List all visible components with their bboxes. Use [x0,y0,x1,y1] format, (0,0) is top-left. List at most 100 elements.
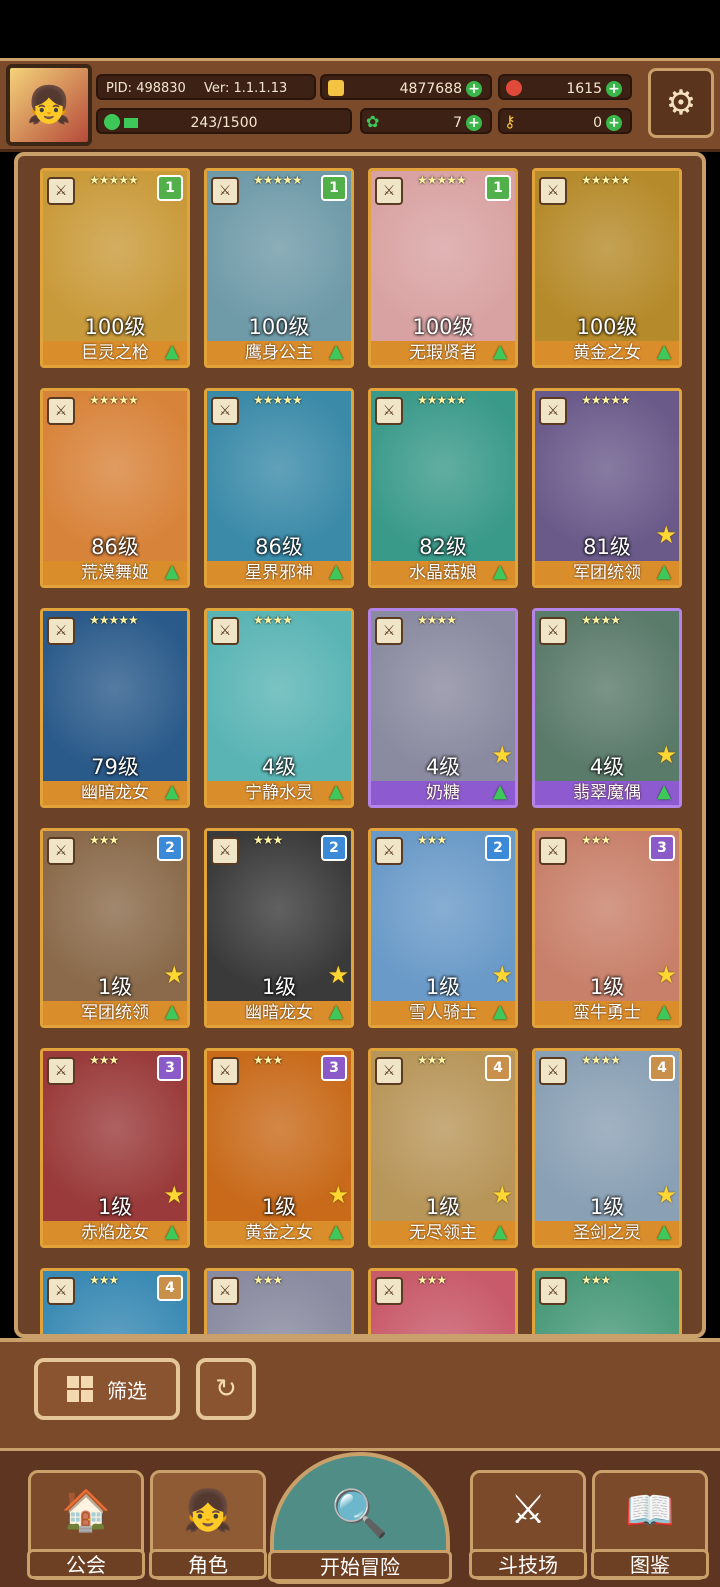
rank-badge: 4 [485,1055,511,1081]
level-up-arrow-icon: ▲ [165,781,179,802]
star-rating: ★★★★★ [89,613,139,627]
level-up-arrow-icon: ▲ [657,781,671,802]
book-icon: 📖 [625,1488,675,1534]
clover-box: ✿ 7 + [360,108,492,134]
nav-codex-label: 图鉴 [591,1549,709,1579]
rank-badge: 2 [321,835,347,861]
class-icon: ⚔ [47,397,75,425]
class-icon: ⚔ [539,397,567,425]
filter-label: 筛选 [107,1378,147,1403]
level-up-arrow-icon: ▲ [329,781,343,802]
level-text: 1级 [425,1195,461,1219]
character-card[interactable]: ⚔ ★★★ 3 ★ 1级 赤焰龙女 ▲ [40,1048,190,1248]
magnifier-map-icon: 🔍 [331,1486,389,1540]
character-card[interactable]: ⚔ ★★★ [368,1268,518,1334]
character-card[interactable]: ⚔ ★★★★★ 1 100级 巨灵之枪 ▲ [40,168,190,368]
character-card[interactable]: ⚔ ★★★★★ ★ 81级 军团统领 ▲ [532,388,682,588]
character-card[interactable]: ⚔ ★★★ 2 ★ 1级 幽暗龙女 ▲ [204,828,354,1028]
level-text: 4级 [589,755,625,779]
class-icon: ⚔ [211,1277,239,1305]
star-rating: ★★★★ [581,613,621,627]
level-up-arrow-icon: ▲ [493,1001,507,1022]
key-box: ⚷ 0 + [498,108,632,134]
level-text: 100级 [248,315,310,339]
rank-badge: 2 [157,835,183,861]
add-gold-button[interactable]: + [466,81,482,97]
character-card[interactable]: ⚔ ★★★★ ★ 4级 翡翠魔偶 ▲ [532,608,682,808]
key-amount: 0 [593,115,602,131]
character-card[interactable]: ⚔ ★★★ 4 [40,1268,190,1334]
level-up-arrow-icon: ▲ [657,561,671,582]
character-card[interactable]: ⚔ ★★★ 3 ★ 1级 黄金之女 ▲ [204,1048,354,1248]
exp-icon [104,114,120,130]
gem-box: 1615 + [498,74,632,100]
star-rating: ★★★★★ [417,173,467,187]
nav-arena[interactable]: ⚔ 斗技场 [469,1470,587,1580]
add-clover-button[interactable]: + [466,115,482,131]
character-face-icon: 👧 [183,1488,233,1534]
character-card[interactable]: ⚔ ★★★★ ★ 4级 奶糖 ▲ [368,608,518,808]
refresh-icon: ↻ [215,1374,237,1404]
settings-button[interactable]: ⚙ [648,68,714,138]
rank-badge: 1 [485,175,511,201]
rank-badge: 4 [649,1055,675,1081]
character-card[interactable]: ⚔ ★★★ [204,1268,354,1334]
refresh-button[interactable]: ↻ [196,1358,256,1420]
character-card[interactable]: ⚔ ★★★★ 4级 宁静水灵 ▲ [204,608,354,808]
class-icon: ⚔ [539,1277,567,1305]
star-rating: ★★★ [581,833,611,847]
class-icon: ⚔ [47,1057,75,1085]
character-card[interactable]: ⚔ ★★★ 3 ★ 1级 蛮牛勇士 ▲ [532,828,682,1028]
level-up-arrow-icon: ▲ [165,1001,179,1022]
character-card[interactable]: ⚔ ★★★★ 4 ★ 1级 圣剑之灵 ▲ [532,1048,682,1248]
add-key-button[interactable]: + [606,115,622,131]
gear-icon: ⚙ [665,83,697,123]
filter-button[interactable]: 筛选 [34,1358,180,1420]
key-icon: ⚷ [504,112,516,131]
class-icon: ⚔ [47,617,75,645]
nav-codex[interactable]: 📖 图鉴 [591,1470,709,1580]
star-rating: ★★★ [253,1273,283,1287]
class-icon: ⚔ [539,1057,567,1085]
character-card[interactable]: ⚔ ★★★★★ 82级 水晶菇娘 ▲ [368,388,518,588]
exp-box: 243/1500 [96,108,352,134]
level-text: 4级 [261,755,297,779]
rank-badge: 1 [321,175,347,201]
class-icon: ⚔ [375,397,403,425]
character-card[interactable]: ⚔ ★★★★★ 86级 星界邪神 ▲ [204,388,354,588]
character-card[interactable]: ⚔ ★★★★★ 1 100级 无瑕贤者 ▲ [368,168,518,368]
player-avatar[interactable]: 👧 [6,64,92,146]
level-text: 81级 [583,535,631,559]
nav-guild-label: 公会 [27,1549,145,1579]
level-text: 100级 [84,315,146,339]
level-text: 82级 [419,535,467,559]
character-card[interactable]: ⚔ ★★★ [532,1268,682,1334]
add-gem-button[interactable]: + [606,81,622,97]
character-card[interactable]: ⚔ ★★★ 2 ★ 1级 雪人骑士 ▲ [368,828,518,1028]
character-card[interactable]: ⚔ ★★★★★ 100级 黄金之女 ▲ [532,168,682,368]
star-rating: ★★★ [417,1273,447,1287]
ruby-gem-icon [506,80,522,96]
star-rating: ★★★ [253,1053,283,1067]
level-up-arrow-icon: ▲ [165,1221,179,1242]
level-text: 1级 [589,1195,625,1219]
character-card[interactable]: ⚔ ★★★★★ 1 100级 鹰身公主 ▲ [204,168,354,368]
level-text: 1级 [97,1195,133,1219]
level-up-arrow-icon: ▲ [165,341,179,362]
class-icon: ⚔ [211,1057,239,1085]
class-icon: ⚔ [47,837,75,865]
nav-character[interactable]: 👧 角色 [149,1470,267,1580]
gem-amount: 1615 [566,81,602,97]
character-card[interactable]: ⚔ ★★★ 4 ★ 1级 无尽领主 ▲ [368,1048,518,1248]
level-text: 86级 [91,535,139,559]
level-text: 100级 [412,315,474,339]
character-card[interactable]: ⚔ ★★★★★ 86级 荒漠舞姬 ▲ [40,388,190,588]
nav-guild[interactable]: 🏠 公会 [27,1470,145,1580]
avatar-portrait-icon: 👧 [26,85,72,126]
character-card[interactable]: ⚔ ★★★ 2 ★ 1级 军团统领 ▲ [40,828,190,1028]
rank-badge: 3 [157,1055,183,1081]
rank-badge: 4 [157,1275,183,1301]
level-up-arrow-icon: ▲ [493,561,507,582]
level-up-arrow-icon: ▲ [329,1001,343,1022]
character-card[interactable]: ⚔ ★★★★★ 79级 幽暗龙女 ▲ [40,608,190,808]
